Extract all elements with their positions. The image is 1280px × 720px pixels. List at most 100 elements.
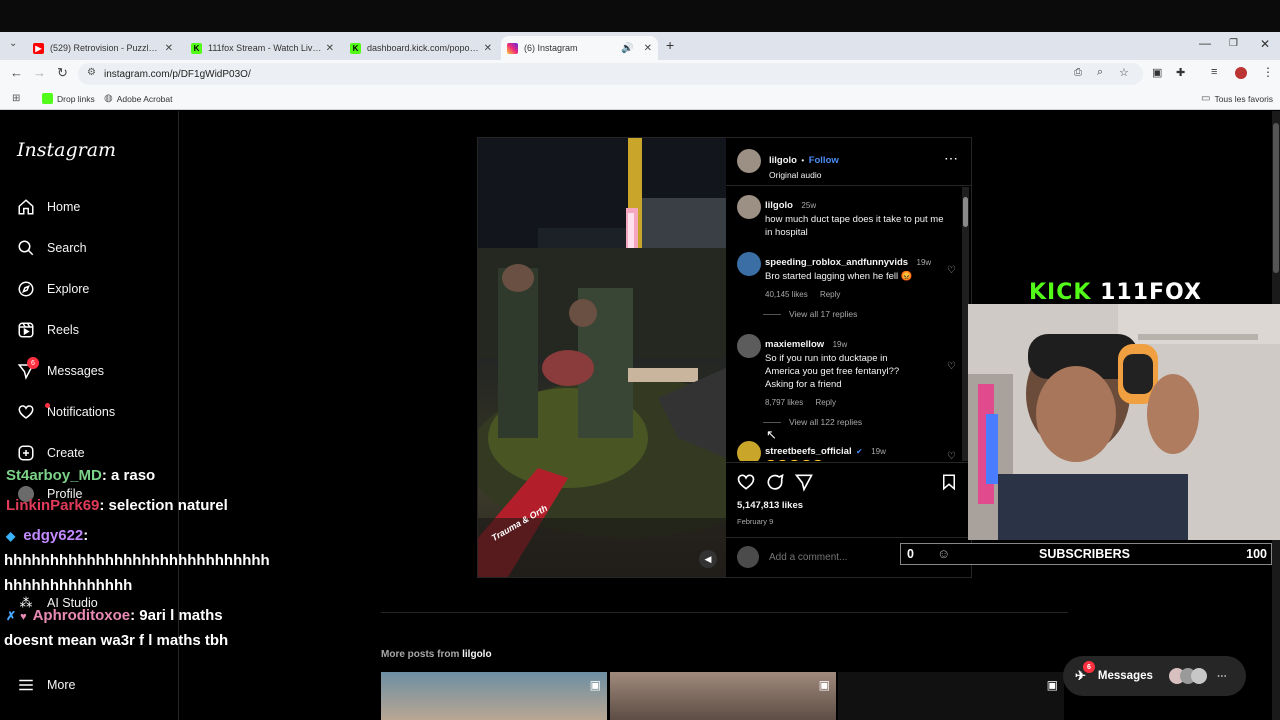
more-options-icon[interactable]: ⋯	[944, 150, 958, 167]
window-close-icon[interactable]: ✕	[1260, 37, 1270, 51]
mute-icon[interactable]: ◀	[699, 550, 717, 568]
url-field[interactable]: ⚙ instagram.com/p/DF1gWidP03O/ ⎙ ⌕ ☆	[78, 63, 1143, 85]
separator-dot: •	[801, 156, 805, 165]
extension-icon[interactable]: ▣	[1152, 66, 1162, 79]
tab-search-chevron-icon[interactable]: ⌄	[9, 38, 17, 49]
follow-button[interactable]: Follow	[809, 155, 839, 166]
author-username[interactable]: lilgolo	[769, 155, 797, 166]
comments-list[interactable]: lilgolo 25w how much duct tape does it t…	[726, 187, 971, 461]
more-post-thumbnail[interactable]: ▣	[381, 672, 607, 720]
close-icon[interactable]: ✕	[484, 43, 492, 54]
author-avatar[interactable]	[737, 149, 761, 173]
browser-menu-icon[interactable]: ⋮	[1262, 65, 1274, 79]
save-icon[interactable]	[940, 472, 958, 497]
tab-111fox-stream[interactable]: K 111fox Stream - Watch Live on Kick ✕	[185, 36, 340, 60]
reels-icon: ▣	[818, 678, 830, 692]
sidebar-item-messages[interactable]: 6 Messages	[16, 357, 104, 383]
comment-item: streetbeefs_official ✔ 19w 😩😩😩😩😩 ♡	[736, 441, 956, 461]
sidebar-item-search[interactable]: Search	[16, 236, 87, 260]
like-comment-icon[interactable]: ♡	[947, 265, 956, 276]
site-info-icon[interactable]: ⚙	[87, 67, 96, 78]
comment-username[interactable]: lilgolo	[765, 200, 793, 211]
audio-label[interactable]: Original audio	[769, 170, 839, 180]
avatar[interactable]	[737, 441, 761, 461]
forward-icon[interactable]: →	[33, 65, 46, 80]
page-scrollbar-thumb[interactable]	[1273, 123, 1279, 273]
bookmark-adobe-acrobat[interactable]: ◍ Adobe Acrobat	[104, 93, 173, 104]
add-comment-input[interactable]	[769, 549, 919, 565]
view-replies-link[interactable]: View all 122 replies	[763, 417, 862, 427]
more-posts-user[interactable]: lilgolo	[462, 649, 491, 660]
messages-pill[interactable]: ✈ 6 Messages ⋯	[1063, 656, 1246, 696]
view-replies-link[interactable]: View all 17 replies	[763, 309, 857, 319]
kick-channel-name: 111FOX	[1100, 280, 1202, 305]
comment-icon[interactable]	[765, 472, 785, 497]
tab-instagram[interactable]: (6) Instagram 🔊 ✕	[501, 36, 658, 60]
kick-icon: K	[191, 42, 202, 54]
post-video[interactable]: Trauma & Orth ◀	[478, 138, 726, 577]
profile-avatar-icon[interactable]	[1235, 67, 1247, 79]
sidebar-item-notifications[interactable]: Notifications	[16, 400, 115, 424]
avatar[interactable]	[737, 252, 761, 276]
more-post-thumbnail[interactable]: ▣	[610, 672, 836, 720]
kick-channel-logo: KICK 111FOX	[1029, 280, 1202, 305]
bookmark-drop-links[interactable]: Drop links	[42, 93, 95, 104]
avatar[interactable]	[737, 334, 761, 358]
chat-message: hhhhhhhhhhhhhh	[4, 577, 132, 594]
compass-icon	[16, 279, 36, 299]
tab-kick-dashboard[interactable]: K dashboard.kick.com/popout/111fox ✕	[344, 36, 498, 60]
post-details: lilgolo • Follow Original audio ⋯ lilgol…	[726, 138, 971, 577]
messages-pill-label: Messages	[1097, 670, 1153, 682]
sidebar-item-more[interactable]: More	[16, 673, 75, 697]
chat-message: hhhhhhhhhhhhhhhhhhhhhhhhhhhhh	[4, 552, 270, 569]
more-icon[interactable]: ⋯	[1217, 671, 1227, 682]
apps-grid-icon[interactable]: ⊞	[12, 93, 20, 104]
puzzle-icon[interactable]: ✚	[1176, 66, 1185, 79]
share-icon[interactable]	[794, 472, 814, 497]
like-comment-icon[interactable]: ♡	[947, 361, 956, 372]
scrollbar-thumb[interactable]	[963, 197, 968, 227]
close-icon[interactable]: ✕	[165, 43, 173, 54]
restore-icon[interactable]: ❐	[1229, 38, 1238, 49]
minimize-icon[interactable]: —	[1199, 36, 1211, 50]
messenger-icon: 6	[16, 357, 39, 381]
star-icon[interactable]: ☆	[1119, 66, 1129, 79]
comment-username[interactable]: maxiemellow	[765, 339, 824, 350]
sidebar-item-label: More	[47, 678, 76, 692]
chat-username: Aphroditoxoe	[32, 607, 131, 624]
close-icon[interactable]: ✕	[326, 43, 334, 54]
comment-likes[interactable]: 8,797 likes	[765, 398, 803, 407]
media-icon[interactable]: ≡	[1211, 66, 1217, 78]
comment-username[interactable]: streetbeefs_official	[765, 446, 852, 457]
speaker-icon[interactable]: 🔊	[621, 43, 633, 54]
install-icon[interactable]: ⎙	[1074, 67, 1082, 78]
post-header: lilgolo • Follow Original audio ⋯	[726, 138, 971, 186]
instagram-sidebar: Instagram Home Search Explore Reels 6 Me…	[0, 111, 179, 720]
zoom-icon[interactable]: ⌕	[1097, 66, 1103, 79]
verified-icon: ✔	[856, 447, 863, 456]
caption: lilgolo 25w how much duct tape does it t…	[736, 195, 956, 238]
like-comment-icon[interactable]: ♡	[947, 451, 956, 461]
reply-link[interactable]: Reply	[815, 398, 835, 407]
sidebar-item-home[interactable]: Home	[16, 195, 80, 219]
instagram-logo[interactable]: Instagram	[17, 139, 116, 161]
new-tab-button[interactable]: +	[666, 37, 674, 53]
like-icon[interactable]	[736, 472, 756, 497]
reload-icon[interactable]: ↻	[57, 65, 68, 81]
sidebar-item-explore[interactable]: Explore	[16, 277, 89, 301]
avatar[interactable]	[737, 195, 761, 219]
comment-username[interactable]: speeding_roblox_andfunnyvids	[765, 257, 908, 268]
tab-retrovision[interactable]: ▶ (529) Retrovision - Puzzle (2024) ✕	[27, 36, 179, 60]
sidebar-item-create[interactable]: Create	[16, 441, 85, 465]
all-bookmarks[interactable]: ▭ Tous les favoris	[1201, 93, 1273, 104]
chat-message: ◆ edgy622:	[6, 527, 88, 544]
comment-likes[interactable]: 40,145 likes	[765, 290, 808, 299]
like-count[interactable]: 5,147,813 likes	[737, 500, 803, 511]
back-icon[interactable]: ←	[10, 65, 23, 80]
sidebar-item-label: Notifications	[47, 405, 116, 419]
sidebar-item-reels[interactable]: Reels	[16, 318, 79, 342]
reply-link[interactable]: Reply	[820, 290, 840, 299]
message-avatar	[1190, 668, 1207, 684]
close-icon[interactable]: ✕	[644, 43, 652, 54]
more-post-thumbnail[interactable]: ▣	[838, 672, 1064, 720]
